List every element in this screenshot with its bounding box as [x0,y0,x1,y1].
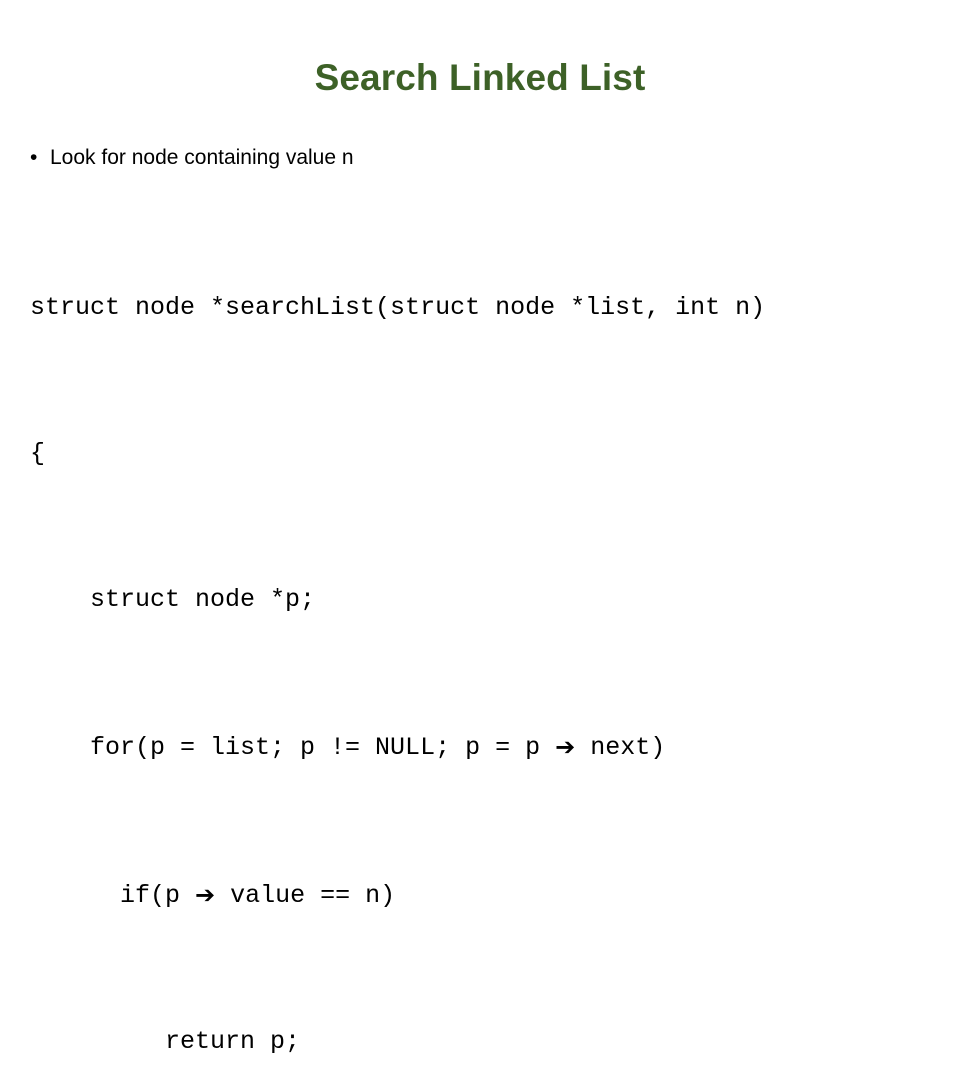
code-line-3: struct node *p; [30,584,316,614]
code-line-5-prefix: if(p [30,880,196,910]
code-line-1: struct node *searchList(struct node *lis… [30,292,766,322]
bullet-list-item: • Look for node containing value n [30,143,940,173]
code-line-4-suffix: next) [575,732,666,762]
page-title: Search Linked List [314,57,646,98]
arrow-right-icon: ➔ [555,732,576,761]
bullet-item-label: Look for node containing value n [50,146,354,169]
code-line-5: if(p ➔ value == n) [30,876,940,915]
code-line-5-suffix: value == n) [215,880,396,910]
code-line-2: { [30,438,46,468]
slide-body: • Look for node containing value n struc… [30,143,940,1080]
code-line-4: for(p = list; p != NULL; p = p ➔ next) [30,728,940,767]
code-snippet: struct node *searchList(struct node *lis… [30,180,940,1080]
bullet-marker-icon: • [30,146,38,169]
arrow-right-icon: ➔ [195,880,216,909]
slide-canvas: Search Linked List • Look for node conta… [0,0,960,1056]
code-line-6: return p; [30,1026,301,1056]
code-line-4-prefix: for(p = list; p != NULL; p = p [30,732,556,762]
